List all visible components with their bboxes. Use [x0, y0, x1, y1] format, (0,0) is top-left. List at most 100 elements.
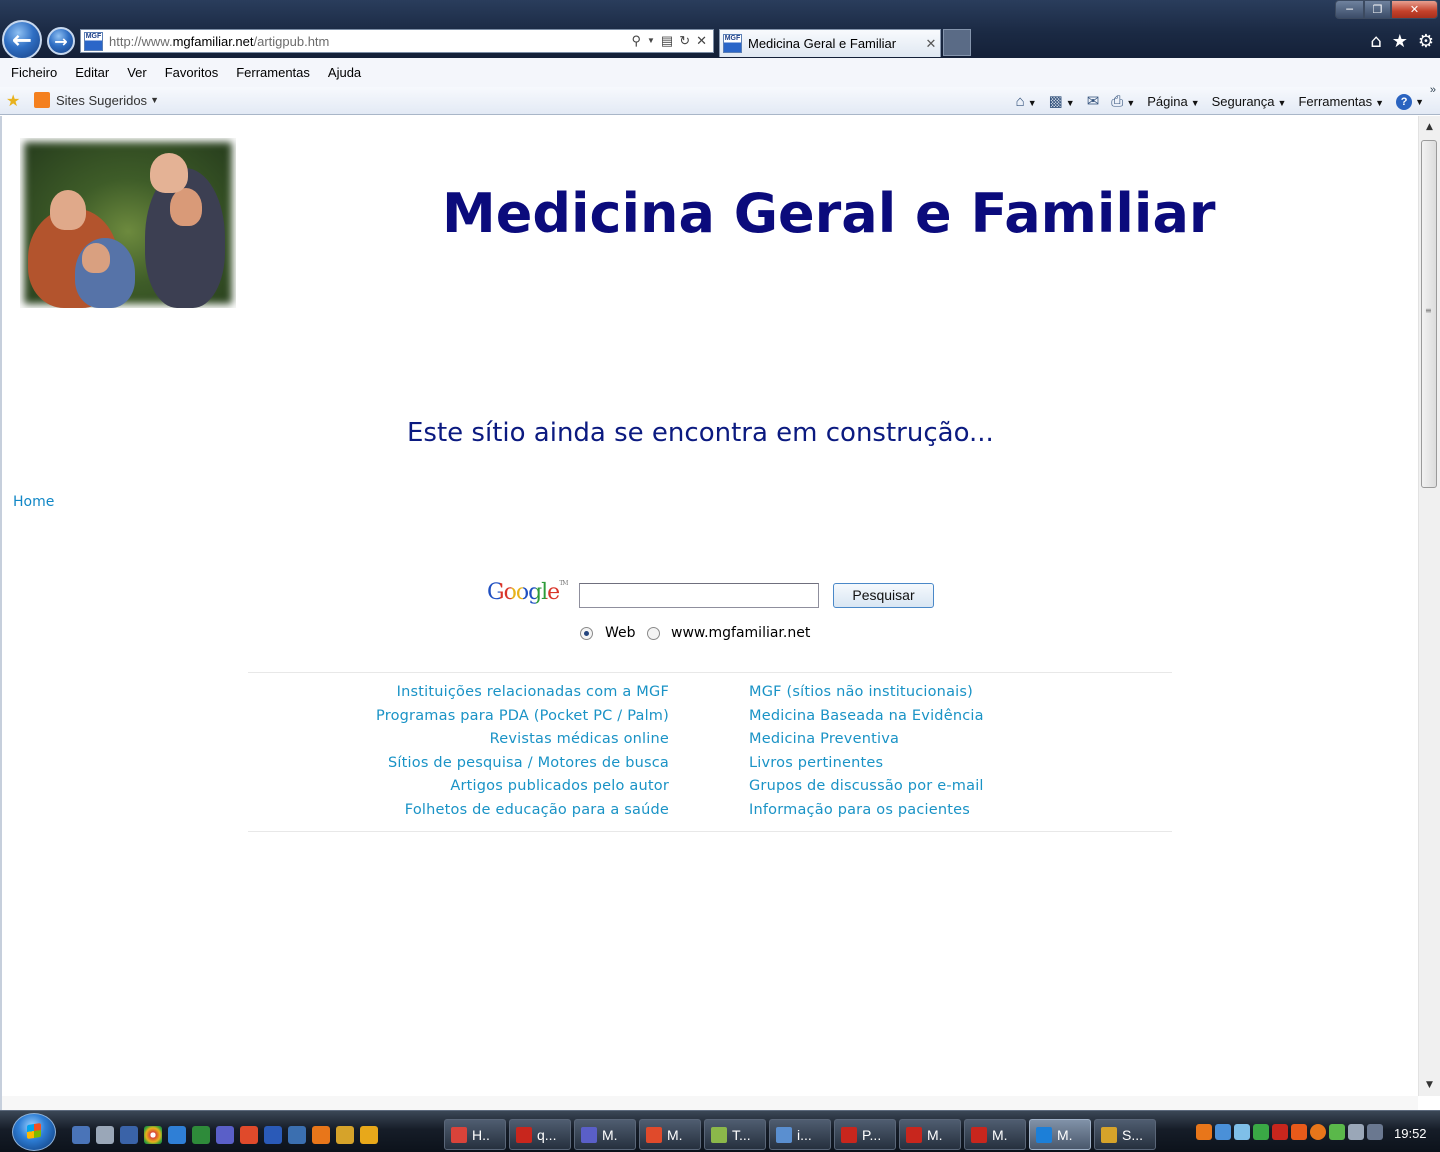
menu-ver[interactable]: Ver	[127, 65, 147, 80]
tray-icon[interactable]	[1272, 1124, 1288, 1140]
forward-arrow-icon: →	[54, 31, 68, 51]
link-folhetos[interactable]: Folhetos de educação para a saúde	[250, 802, 669, 826]
task-app-icon	[646, 1126, 662, 1143]
app-icon[interactable]	[240, 1126, 258, 1144]
home-link[interactable]: Home	[13, 494, 54, 510]
suggested-sites-button[interactable]: Sites Sugeridos ▼	[34, 92, 159, 108]
minimize-button[interactable]: ─	[1335, 0, 1364, 19]
excel-icon[interactable]	[192, 1126, 210, 1144]
taskbar-task[interactable]: q...	[509, 1119, 571, 1150]
link-revistas[interactable]: Revistas médicas online	[250, 731, 669, 755]
link-sitios-pesquisa[interactable]: Sítios de pesquisa / Motores de busca	[250, 755, 669, 779]
tools-gear-icon[interactable]: ⚙	[1418, 31, 1434, 52]
vertical-scrollbar[interactable]: ▲ ≡ ▼	[1418, 116, 1440, 1096]
word-icon[interactable]	[264, 1126, 282, 1144]
address-url[interactable]: http://www.mgfamiliar.net/artigpub.htm	[109, 34, 631, 49]
tray-icon[interactable]	[1253, 1124, 1269, 1140]
help-menu[interactable]: ? ▼	[1396, 93, 1424, 110]
taskbar-task[interactable]: M.	[1029, 1119, 1091, 1150]
taskbar-task[interactable]: M.	[574, 1119, 636, 1150]
media-player-icon[interactable]	[360, 1126, 378, 1144]
radio-web[interactable]	[580, 627, 593, 640]
back-button[interactable]: ←	[2, 20, 42, 60]
taskbar-task[interactable]: M.	[639, 1119, 701, 1150]
task-app-icon	[906, 1126, 922, 1143]
tab-active[interactable]: MGF Medicina Geral e Familiar ✕	[719, 29, 941, 57]
ie-icon[interactable]	[168, 1126, 186, 1144]
link-artigos[interactable]: Artigos publicados pelo autor	[250, 778, 669, 802]
feeds-button[interactable]: ▩ ▼	[1049, 92, 1075, 110]
security-menu[interactable]: Segurança ▼	[1212, 94, 1287, 109]
dropbox-icon[interactable]	[1234, 1124, 1250, 1140]
taskbar-clock[interactable]: 19:52	[1394, 1126, 1427, 1141]
forward-button[interactable]: →	[47, 27, 75, 55]
link-medicina-preventiva[interactable]: Medicina Preventiva	[749, 731, 1169, 755]
scrollbar-thumb[interactable]: ≡	[1421, 140, 1437, 488]
print-button[interactable]: ⎙ ▼	[1111, 93, 1135, 110]
tray-icon[interactable]	[1329, 1124, 1345, 1140]
task-label: M.	[1057, 1126, 1073, 1143]
refresh-icon[interactable]: ↻	[679, 33, 690, 49]
taskbar-task[interactable]: T...	[704, 1119, 766, 1150]
link-mgf-nao-institucionais[interactable]: MGF (sítios não institucionais)	[749, 684, 1169, 708]
show-desktop-icon[interactable]	[72, 1126, 90, 1144]
radio-site[interactable]	[647, 627, 660, 640]
menu-favoritos[interactable]: Favoritos	[165, 65, 218, 80]
menu-editar[interactable]: Editar	[75, 65, 109, 80]
link-livros[interactable]: Livros pertinentes	[749, 755, 1169, 779]
link-informacao-pacientes[interactable]: Informação para os pacientes	[749, 802, 1169, 826]
tab-close-icon[interactable]: ✕	[922, 36, 940, 52]
app-icon[interactable]	[216, 1126, 234, 1144]
close-window-button[interactable]: ✕	[1391, 0, 1438, 19]
computer-icon[interactable]	[120, 1126, 138, 1144]
task-app-icon	[516, 1126, 532, 1143]
tray-icon[interactable]	[1291, 1124, 1307, 1140]
tray-icon[interactable]	[1310, 1124, 1326, 1140]
home-cmd-button[interactable]: ⌂ ▼	[1016, 93, 1037, 110]
network-icon[interactable]	[1348, 1124, 1364, 1140]
tools-menu[interactable]: Ferramentas ▼	[1298, 94, 1384, 109]
taskbar-task[interactable]: i...	[769, 1119, 831, 1150]
menu-ficheiro[interactable]: Ficheiro	[11, 65, 57, 80]
taskbar-task[interactable]: M.	[899, 1119, 961, 1150]
link-instituicoes[interactable]: Instituições relacionadas com a MGF	[250, 684, 669, 708]
search-icon[interactable]: ⚲	[631, 33, 641, 49]
tray-icon[interactable]	[1196, 1124, 1212, 1140]
app-icon[interactable]	[336, 1126, 354, 1144]
dropdown-caret-icon[interactable]: ▼	[647, 33, 655, 49]
search-button[interactable]: Pesquisar	[833, 583, 934, 608]
home-icon: ⌂	[1015, 92, 1025, 110]
scroll-down-arrow-icon[interactable]: ▼	[1419, 1076, 1440, 1094]
link-programas-pda[interactable]: Programas para PDA (Pocket PC / Palm)	[250, 708, 669, 732]
taskbar-task[interactable]: H..	[444, 1119, 506, 1150]
chevron-down-icon: ▼	[1277, 97, 1287, 108]
add-favorites-star-icon[interactable]: ★	[6, 91, 20, 111]
tray-icon[interactable]	[1215, 1124, 1231, 1140]
chrome-icon[interactable]	[144, 1126, 162, 1144]
stop-icon[interactable]: ✕	[696, 33, 707, 49]
page-menu[interactable]: Página ▼	[1147, 94, 1199, 109]
photo-face-father	[170, 188, 202, 226]
search-input[interactable]	[579, 583, 819, 608]
link-mbe[interactable]: Medicina Baseada na Evidência	[749, 708, 1169, 732]
taskbar-task[interactable]: M.	[964, 1119, 1026, 1150]
taskbar-task[interactable]: P...	[834, 1119, 896, 1150]
volume-icon[interactable]	[1367, 1124, 1383, 1140]
favorites-star-icon[interactable]: ★	[1392, 31, 1408, 52]
link-grupos-discussao[interactable]: Grupos de discussão por e-mail	[749, 778, 1169, 802]
calculator-icon[interactable]	[96, 1126, 114, 1144]
home-icon[interactable]: ⌂	[1370, 31, 1381, 52]
firefox-icon[interactable]	[312, 1126, 330, 1144]
address-bar[interactable]: MGF http://www.mgfamiliar.net/artigpub.h…	[80, 29, 714, 53]
restore-button[interactable]: ❐	[1364, 0, 1391, 19]
menu-ferramentas[interactable]: Ferramentas	[236, 65, 310, 80]
start-button[interactable]	[12, 1113, 56, 1151]
screen-icon[interactable]	[288, 1126, 306, 1144]
new-tab-button[interactable]	[943, 29, 971, 56]
read-mail-icon[interactable]: ✉	[1087, 92, 1100, 110]
toolbar-overflow-chevron-icon[interactable]: »	[1430, 84, 1436, 96]
compat-view-icon[interactable]: ▤	[661, 33, 673, 49]
scroll-up-arrow-icon[interactable]: ▲	[1419, 118, 1440, 136]
menu-ajuda[interactable]: Ajuda	[328, 65, 361, 80]
taskbar-task[interactable]: S...	[1094, 1119, 1156, 1150]
